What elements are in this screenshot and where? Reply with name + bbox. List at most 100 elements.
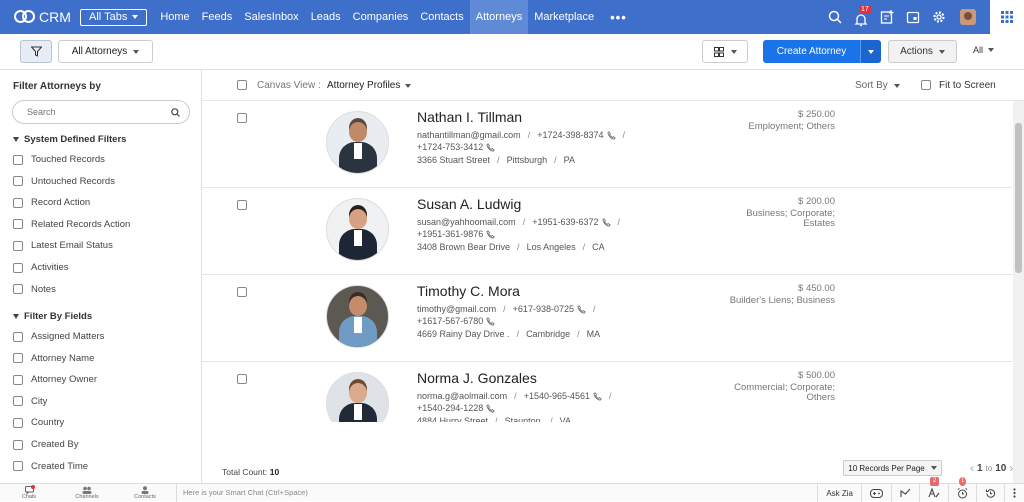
- signal-icon[interactable]: [891, 484, 919, 502]
- attorney-phone-2[interactable]: +1724-753-3412: [417, 142, 483, 152]
- layout-switcher[interactable]: [702, 40, 748, 63]
- record-checkbox[interactable]: [237, 374, 247, 384]
- phone-icon[interactable]: [601, 217, 611, 227]
- phone-icon[interactable]: [593, 391, 602, 401]
- attorney-card[interactable]: Timothy C. Mora timothy@gmail.com / +617-93…: [202, 275, 1013, 362]
- attorney-phone-2[interactable]: +1540-294-1228: [417, 403, 483, 413]
- attorney-phone[interactable]: +1540-965-4561: [524, 391, 590, 401]
- filter-checkbox[interactable]: [13, 439, 23, 450]
- record-checkbox[interactable]: [237, 113, 247, 123]
- sort-by-dropdown[interactable]: Sort By: [855, 80, 900, 91]
- filter-checkbox[interactable]: [13, 240, 23, 251]
- attorney-name[interactable]: Timothy C. Mora: [417, 283, 520, 299]
- filter-item[interactable]: Country: [13, 417, 64, 428]
- actions-button[interactable]: Actions: [888, 40, 957, 63]
- attorney-phone[interactable]: +1951-639-6372: [532, 217, 598, 227]
- filter-item[interactable]: Created By: [13, 439, 79, 450]
- all-tabs-dropdown[interactable]: All Tabs: [80, 8, 148, 26]
- filter-item[interactable]: Notes: [13, 284, 56, 295]
- attorney-phone[interactable]: +1724-398-8374: [537, 130, 603, 140]
- tab-home[interactable]: Home: [154, 0, 195, 34]
- create-options-dropdown[interactable]: [860, 40, 881, 63]
- filter-item[interactable]: Latest Email Status: [13, 240, 113, 251]
- scroll-thumb[interactable]: [1015, 123, 1022, 273]
- search-icon[interactable]: [171, 108, 180, 117]
- filter-item[interactable]: Activities: [13, 262, 68, 273]
- phone-icon[interactable]: [486, 316, 496, 326]
- phone-icon[interactable]: [486, 403, 496, 413]
- search-icon[interactable]: [822, 0, 848, 34]
- all-selector[interactable]: All: [973, 45, 995, 55]
- attorney-email[interactable]: susan@yahhoomail.com: [417, 217, 516, 227]
- filter-item[interactable]: Assigned Matters: [13, 331, 104, 342]
- create-attorney-label[interactable]: Create Attorney: [763, 40, 860, 63]
- phone-icon[interactable]: [606, 130, 616, 140]
- canvas-view-selector[interactable]: Attorney Profiles: [327, 80, 412, 91]
- attorney-card[interactable]: Nathan I. Tillman nathantillman@gmail.com…: [202, 101, 1013, 188]
- filter-checkbox[interactable]: [13, 396, 23, 407]
- records-per-page-select[interactable]: 10 Records Per Page: [843, 460, 942, 476]
- filter-checkbox[interactable]: [13, 461, 23, 472]
- create-attorney-button[interactable]: Create Attorney: [763, 40, 881, 63]
- ask-zia-button[interactable]: Ask Zia: [817, 484, 861, 502]
- filter-checkbox[interactable]: [13, 176, 23, 187]
- contacts-button[interactable]: Contacts: [116, 484, 174, 502]
- filter-checkbox[interactable]: [13, 262, 23, 273]
- attorney-email[interactable]: timothy@gmail.com: [417, 304, 496, 314]
- record-checkbox[interactable]: [237, 200, 247, 210]
- filter-checkbox[interactable]: [13, 374, 23, 385]
- phone-icon[interactable]: [577, 304, 586, 314]
- history-icon[interactable]: [976, 484, 1004, 502]
- prev-page-icon[interactable]: ‹: [970, 461, 974, 475]
- fit-to-screen-checkbox[interactable]: [921, 80, 931, 90]
- filter-item[interactable]: Attorney Name: [13, 353, 94, 364]
- phone-icon[interactable]: [486, 142, 496, 152]
- attorney-phone[interactable]: +617-938-0725: [513, 304, 574, 314]
- filter-checkbox[interactable]: [13, 284, 23, 295]
- filter-checkbox[interactable]: [13, 219, 23, 230]
- user-avatar[interactable]: [952, 0, 984, 34]
- filter-toggle-button[interactable]: [20, 40, 52, 63]
- attorney-name[interactable]: Norma J. Gonzales: [417, 370, 537, 386]
- add-note-icon[interactable]: [874, 0, 900, 34]
- tab-companies[interactable]: Companies: [347, 0, 415, 34]
- system-filters-section[interactable]: System Defined Filters: [13, 134, 126, 145]
- filter-item[interactable]: Related Records Action: [13, 219, 130, 230]
- filter-item[interactable]: Created Time: [13, 461, 88, 472]
- attorney-name[interactable]: Susan A. Ludwig: [417, 196, 521, 212]
- filter-checkbox[interactable]: [13, 353, 23, 364]
- channels-button[interactable]: Channels: [58, 484, 116, 502]
- apps-grid-icon[interactable]: [990, 0, 1024, 34]
- smart-chat-input[interactable]: Here is your Smart Chat (Ctrl+Space): [176, 483, 806, 502]
- tab-contacts[interactable]: Contacts: [414, 0, 469, 34]
- more-options-icon[interactable]: [1004, 484, 1024, 502]
- gear-icon[interactable]: [926, 0, 952, 34]
- zia-icon[interactable]: 2: [919, 477, 948, 502]
- chats-button[interactable]: Chats: [0, 484, 58, 502]
- crm-logo[interactable]: CRM: [14, 9, 74, 25]
- tab-leads[interactable]: Leads: [305, 0, 347, 34]
- phone-icon[interactable]: [486, 229, 496, 239]
- filter-item[interactable]: Attorney Owner: [13, 374, 97, 385]
- attorney-phone-2[interactable]: +1617-567-6780: [417, 316, 483, 326]
- tab-attorneys[interactable]: Attorneys: [469, 0, 529, 34]
- calendar-icon[interactable]: [900, 0, 926, 34]
- filter-item[interactable]: Touched Records: [13, 154, 105, 165]
- attorney-email[interactable]: nathantillman@gmail.com: [417, 130, 521, 140]
- attorney-phone-2[interactable]: +1951-361-9876: [417, 229, 483, 239]
- select-all-checkbox[interactable]: [237, 80, 247, 90]
- view-selector[interactable]: All Attorneys: [58, 40, 153, 63]
- field-filters-section[interactable]: Filter By Fields: [13, 311, 92, 322]
- bell-icon[interactable]: 17: [848, 0, 874, 34]
- filter-item[interactable]: City: [13, 396, 47, 407]
- filter-checkbox[interactable]: [13, 154, 23, 165]
- alarm-clock-icon[interactable]: 1: [948, 477, 976, 502]
- filter-item[interactable]: Untouched Records: [13, 176, 115, 187]
- tab-salesinbox[interactable]: SalesInbox: [238, 0, 304, 34]
- record-checkbox[interactable]: [237, 287, 247, 297]
- tab-marketplace[interactable]: Marketplace: [528, 0, 600, 34]
- filter-checkbox[interactable]: [13, 417, 23, 428]
- more-tabs-button[interactable]: •••: [610, 10, 627, 25]
- list-scrollbar[interactable]: [1013, 101, 1024, 483]
- gamepad-icon[interactable]: [861, 484, 891, 502]
